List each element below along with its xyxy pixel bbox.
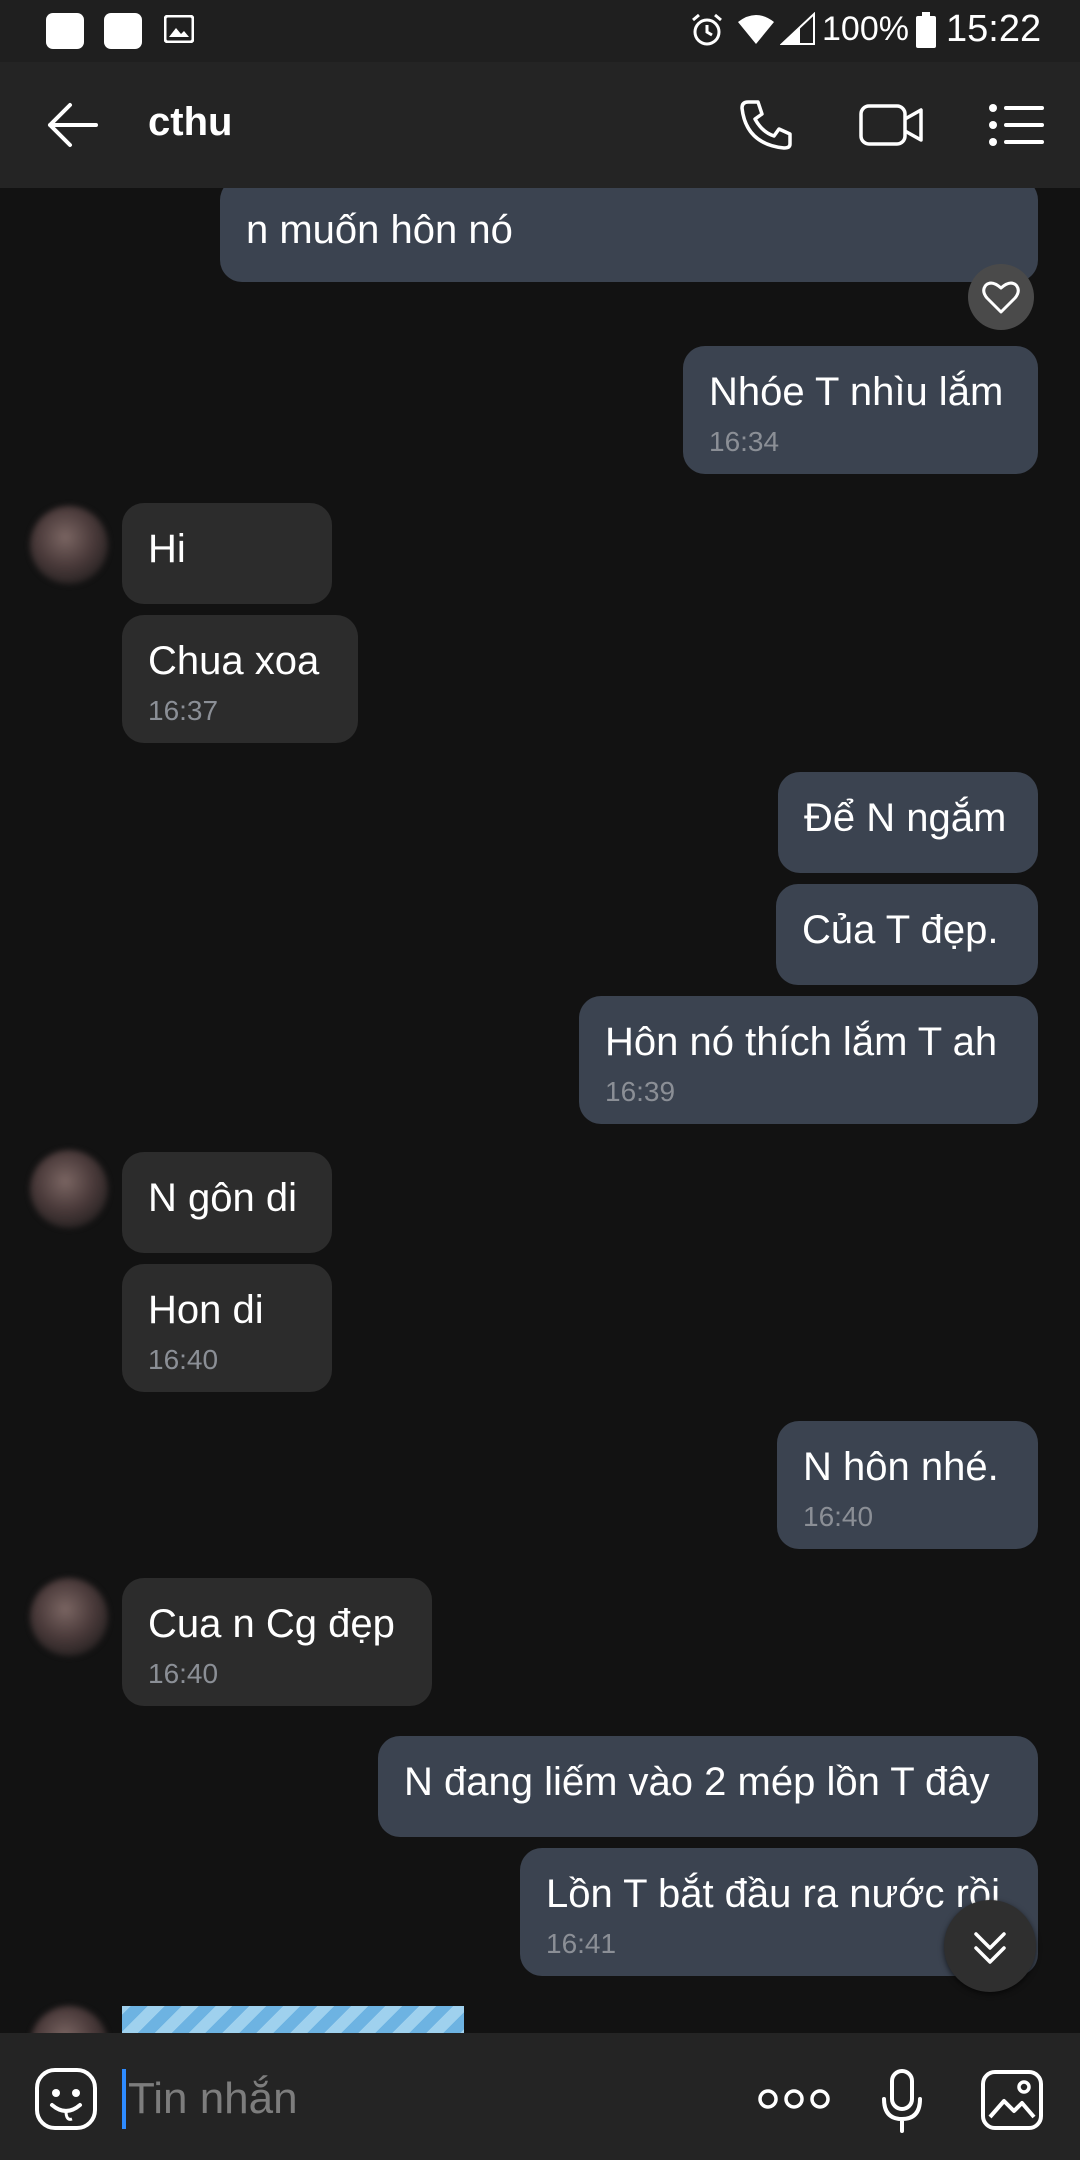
message-bubble-incoming[interactable]: Hon di 16:40 [122, 1264, 332, 1392]
message-text: Để N ngắm [804, 796, 1007, 840]
avatar[interactable] [30, 1150, 108, 1228]
avatar[interactable] [30, 2006, 108, 2033]
avatar[interactable] [30, 1578, 108, 1656]
message-input[interactable] [124, 2069, 688, 2129]
image-message[interactable] [122, 2006, 464, 2033]
contact-name[interactable]: cthu [148, 100, 232, 145]
sticker-smile-icon[interactable] [34, 2067, 98, 2131]
signal-icon [780, 12, 815, 45]
video-camera-icon[interactable] [858, 98, 924, 152]
status-bar: 100% 15:22 [0, 0, 1080, 62]
message-time: 16:40 [148, 1344, 219, 1375]
message-text: Nhóe T nhìu lắm [709, 370, 1004, 414]
double-chevron-down-icon [974, 1932, 1006, 1964]
message-bubble-outgoing[interactable]: Của T đẹp. [776, 884, 1038, 985]
avatar[interactable] [30, 506, 108, 584]
microphone-icon[interactable] [880, 2069, 924, 2133]
message-text: N đang liếm vào 2 mép lồn T đây [404, 1760, 990, 1804]
message-time: 16:34 [709, 426, 780, 457]
heart-icon [982, 281, 1020, 314]
message-time: 16:40 [803, 1501, 874, 1532]
notification-app-icon [104, 13, 142, 49]
message-text: Cua n Cg đẹp [148, 1602, 395, 1646]
scroll-to-bottom-button[interactable] [944, 1900, 1036, 1992]
message-text: N gôn di [148, 1176, 297, 1220]
message-text: Của T đẹp. [802, 908, 999, 952]
message-bubble-outgoing[interactable]: n muốn hôn nó [220, 188, 1038, 282]
alarm-icon [692, 13, 722, 46]
message-time: 16:41 [546, 1928, 617, 1959]
wifi-icon [738, 15, 774, 44]
message-bubble-incoming[interactable]: N gôn di [122, 1152, 332, 1253]
message-bubble-outgoing[interactable]: N đang liếm vào 2 mép lồn T đây [378, 1736, 1038, 1837]
battery-percentage: 100% [822, 10, 909, 48]
clock: 15:22 [946, 8, 1042, 50]
message-text: Hôn nó thích lắm T ah [605, 1020, 998, 1064]
message-text: Lồn T bắt đầu ra nước rồi [546, 1872, 1001, 1916]
message-bubble-incoming[interactable]: Cua n Cg đẹp 16:40 [122, 1578, 432, 1706]
message-text: Hon di [148, 1288, 264, 1332]
image-gallery-icon[interactable] [980, 2069, 1044, 2131]
message-bubble-outgoing[interactable]: N hôn nhé. 16:40 [777, 1421, 1038, 1549]
message-text: Chua xoa [148, 639, 320, 683]
notification-app-icon [46, 13, 84, 49]
message-bubble-incoming[interactable]: Hi [122, 503, 332, 604]
arrow-left-icon[interactable] [46, 102, 98, 148]
message-text: n muốn hôn nó [246, 208, 513, 252]
message-time: 16:40 [148, 1658, 219, 1689]
react-button[interactable] [968, 264, 1034, 330]
message-bubble-incoming[interactable]: Chua xoa 16:37 [122, 615, 358, 743]
message-time: 16:37 [148, 695, 219, 726]
message-text: N hôn nhé. [803, 1445, 999, 1489]
phone-icon[interactable] [738, 98, 794, 152]
message-time: 16:39 [605, 1076, 676, 1107]
image-notification-icon [164, 15, 194, 43]
more-dots-icon[interactable] [758, 2085, 830, 2113]
message-list[interactable]: n muốn hôn nó Nhóe T nhìu lắm 16:34 Hi C… [0, 188, 1080, 2033]
battery-icon [916, 12, 936, 48]
message-bubble-outgoing[interactable]: Hôn nó thích lắm T ah 16:39 [579, 996, 1038, 1124]
message-bubble-outgoing[interactable]: Để N ngắm [778, 772, 1038, 873]
message-bubble-outgoing[interactable]: Nhóe T nhìu lắm 16:34 [683, 346, 1038, 474]
message-input-bar [0, 2033, 1080, 2160]
list-menu-icon[interactable] [988, 98, 1046, 152]
message-text: Hi [148, 527, 186, 571]
chat-header: cthu [0, 62, 1080, 188]
